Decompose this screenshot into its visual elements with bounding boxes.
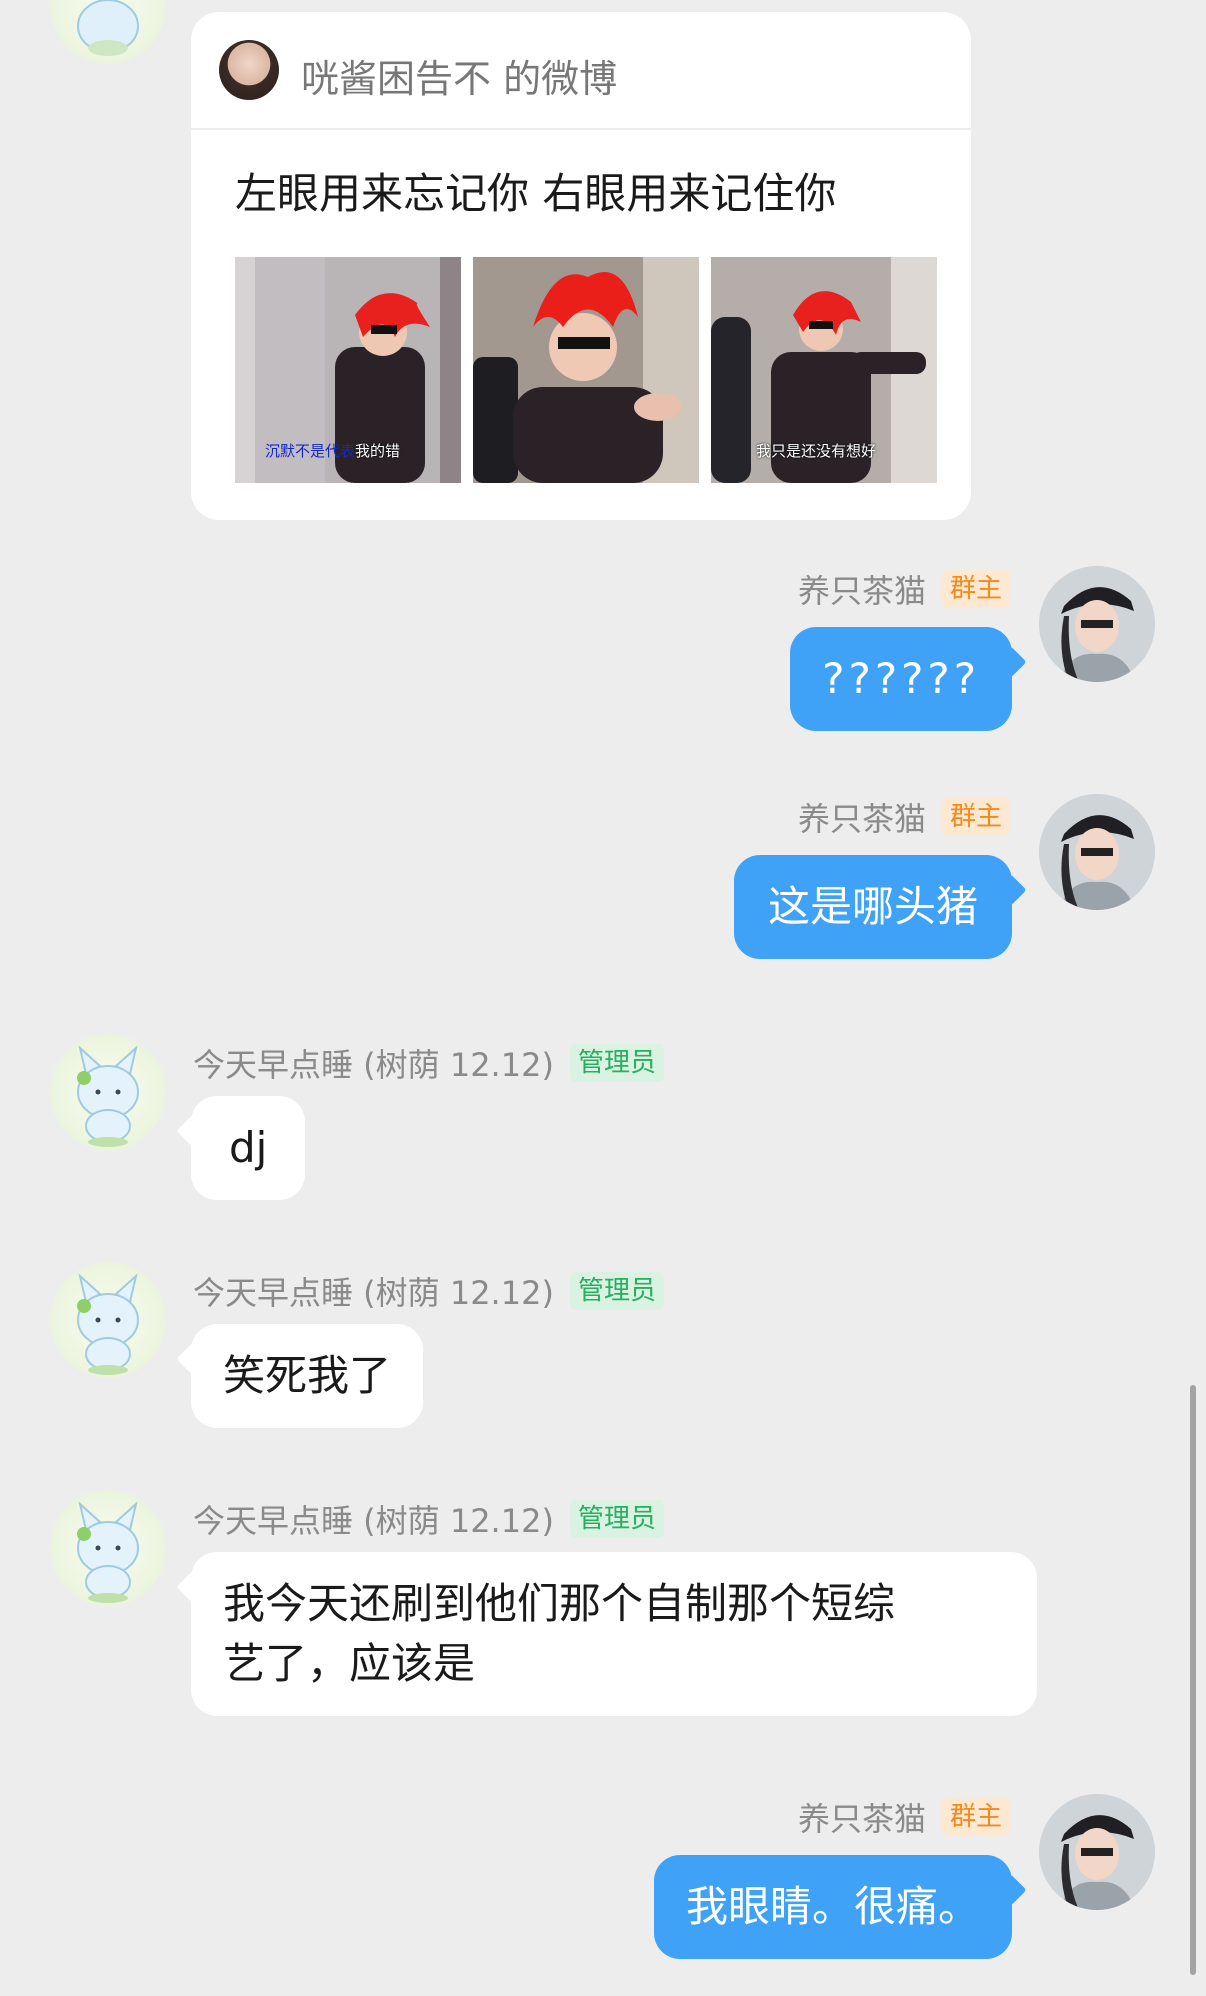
weibo-author-avatar — [219, 40, 279, 100]
owner-avatar[interactable] — [1039, 1794, 1155, 1910]
message-text: 我眼睛。很痛。 — [685, 1882, 980, 1931]
message-text-line: 艺了，应该是 — [223, 1639, 476, 1688]
message-bubble[interactable]: dj — [191, 1096, 306, 1200]
post-image-1[interactable]: 沉默不是代表我的错 — [235, 257, 461, 483]
sender-row: 今天早点睡 (树荫 12.12) 管理员 — [193, 1040, 664, 1086]
admin-avatar[interactable] — [50, 1490, 166, 1606]
sender-name: 养只茶猫 — [797, 1800, 926, 1838]
post-image-2[interactable] — [473, 257, 699, 483]
admin-avatar[interactable] — [50, 1034, 166, 1150]
message-text-line: 我今天还刷到他们那个自制那个短综 — [223, 1579, 896, 1628]
weibo-author-name: 咣酱困告不 的微博 — [301, 57, 618, 101]
owner-avatar[interactable] — [1039, 794, 1155, 910]
admin-badge: 管理员 — [569, 1272, 664, 1310]
admin-badge: 管理员 — [569, 1500, 664, 1538]
owner-badge: 群主 — [941, 798, 1010, 836]
admin-badge: 管理员 — [569, 1044, 664, 1082]
message-text: dj — [229, 1123, 268, 1172]
post-image-3[interactable]: 我只是还没有想好 — [711, 257, 937, 483]
message-bubble[interactable]: 笑死我了 — [191, 1324, 424, 1428]
card-header: 咣酱困告不 的微博 — [191, 12, 971, 130]
sender-name: 今天早点睡 (树荫 12.12) — [193, 1274, 554, 1312]
message-text: ?????? — [822, 654, 980, 703]
sender-name: 养只茶猫 — [797, 800, 926, 838]
message-text: 这是哪头猪 — [767, 882, 978, 931]
weibo-post-text: 左眼用来忘记你 右眼用来记住你 — [235, 169, 837, 218]
sender-row: 养只茶猫 群主 — [798, 1794, 1010, 1840]
sender-row: 养只茶猫 群主 — [798, 794, 1010, 840]
weibo-share-card[interactable]: 咣酱困告不 的微博 左眼用来忘记你 右眼用来记住你 沉默不是代表我的错 我只是还… — [191, 12, 971, 520]
message-bubble[interactable]: 我今天还刷到他们那个自制那个短综 艺了，应该是 — [191, 1552, 1037, 1716]
chat-scrollbar[interactable] — [1190, 1385, 1196, 1975]
sender-row: 今天早点睡 (树荫 12.12) 管理员 — [193, 1268, 664, 1314]
sender-row: 今天早点睡 (树荫 12.12) 管理员 — [193, 1496, 664, 1542]
message-bubble[interactable]: 这是哪头猪 — [733, 855, 1012, 959]
owner-avatar[interactable] — [1039, 566, 1155, 682]
video-caption: 沉默不是代表我的错 — [265, 442, 401, 460]
sender-name: 今天早点睡 (树荫 12.12) — [193, 1502, 554, 1540]
admin-avatar[interactable] — [50, 1262, 166, 1378]
sender-name: 养只茶猫 — [797, 572, 926, 610]
owner-badge: 群主 — [941, 1798, 1010, 1836]
member-avatar[interactable] — [50, 0, 166, 64]
message-text: 笑死我了 — [223, 1351, 392, 1400]
message-bubble[interactable]: 我眼睛。很痛。 — [653, 1855, 1012, 1959]
sender-name: 今天早点睡 (树荫 12.12) — [193, 1046, 554, 1084]
message-bubble[interactable]: ?????? — [790, 627, 1012, 731]
sender-row: 养只茶猫 群主 — [798, 566, 1010, 612]
owner-badge: 群主 — [941, 570, 1010, 608]
video-caption: 我只是还没有想好 — [756, 442, 877, 460]
